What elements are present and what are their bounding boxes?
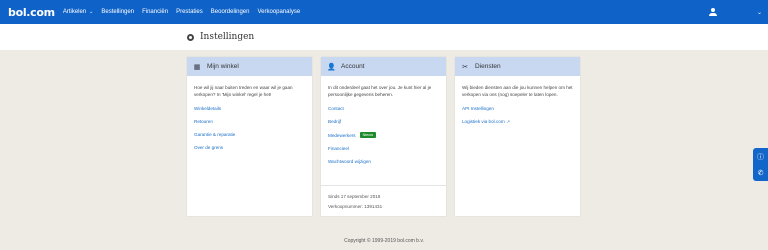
card-header: ▦ Mijn winkel (187, 57, 312, 76)
nav-financien[interactable]: Financiën (142, 9, 168, 15)
person-icon: 👤 (327, 63, 336, 71)
store-icon: ▦ (193, 63, 201, 71)
seller-number: Verkoopnummer: 1391431 (328, 204, 383, 209)
link-retouren[interactable]: Retouren (194, 119, 305, 124)
external-link-icon: ↗ (506, 119, 510, 124)
link-financieel[interactable]: Financieel (328, 146, 439, 151)
link-garantie-reparatie[interactable]: Garantie & reparatie (194, 132, 305, 137)
link-contact[interactable]: Contact (328, 106, 439, 111)
nav-prestaties[interactable]: Prestaties (176, 9, 203, 15)
nav-verkoopanalyse[interactable]: Verkoopanalyse (257, 9, 300, 15)
card-account: 👤 Account In dit onderdeel gaat het over… (321, 57, 446, 216)
card-title: Account (341, 63, 365, 70)
card-title: Diensten (475, 63, 501, 70)
side-help-tabs: ⓘ ✆ (753, 148, 768, 181)
card-mijn-winkel: ▦ Mijn winkel Hoe wil jij naar buiten tr… (187, 57, 312, 216)
gear-icon (187, 33, 194, 41)
tools-icon: ✂ (462, 63, 468, 71)
nav-artikelen[interactable]: Artikelen ⌄ (63, 9, 94, 15)
link-winkeldetails[interactable]: Winkeldetails (194, 106, 305, 111)
copyright: Copyright © 1999-2019 bol.com b.v. (344, 238, 424, 244)
nav-artikelen-label: Artikelen (62, 9, 87, 15)
member-since: Sinds 17 september 2019 (328, 194, 381, 199)
info-icon[interactable]: ⓘ (757, 152, 764, 162)
nav-beoordelingen[interactable]: Beoordelingen (211, 9, 250, 15)
link-over-de-grens[interactable]: Over de grens (194, 145, 305, 150)
card-intro: Hoe wil jij naar buiten treden en waar w… (194, 85, 293, 97)
link-api-instellingen[interactable]: API Instellingen (462, 106, 573, 111)
card-intro: In dit onderdeel gaat het over jou. Je k… (328, 85, 432, 97)
chevron-down-icon: ⌄ (89, 9, 94, 15)
page-title: Instellingen (200, 32, 255, 42)
new-badge: Nieuw (359, 132, 377, 138)
phone-icon[interactable]: ✆ (758, 169, 764, 177)
page-header: Instellingen (0, 24, 768, 50)
link-wachtwoord-wijzigen[interactable]: Wachtwoord wijzigen (328, 159, 439, 164)
user-menu[interactable]: ⌄ (708, 0, 762, 24)
card-intro: Wij bieden diensten aan die jou kunnen h… (462, 85, 573, 97)
chevron-down-icon[interactable]: ⌄ (757, 9, 762, 16)
nav-bestellingen[interactable]: Bestellingen (101, 9, 134, 15)
divider (321, 185, 446, 186)
bol-logo[interactable]: bol.com (8, 6, 55, 19)
link-bedrijf[interactable]: Bedrijf (328, 119, 439, 124)
card-title: Mijn winkel (207, 63, 239, 70)
card-header: 👤 Account (321, 57, 446, 76)
top-navigation-bar: bol.com Artikelen ⌄ Bestellingen Financi… (0, 0, 768, 24)
link-medewerkers[interactable]: Medewerkers (328, 133, 356, 138)
card-diensten: ✂ Diensten Wij bieden diensten aan die j… (455, 57, 580, 216)
user-icon[interactable] (708, 8, 717, 16)
link-logistiek[interactable]: Logistiek via bol.com (462, 119, 505, 124)
main-nav: Artikelen ⌄ Bestellingen Financiën Prest… (63, 9, 308, 15)
card-header: ✂ Diensten (455, 57, 580, 76)
